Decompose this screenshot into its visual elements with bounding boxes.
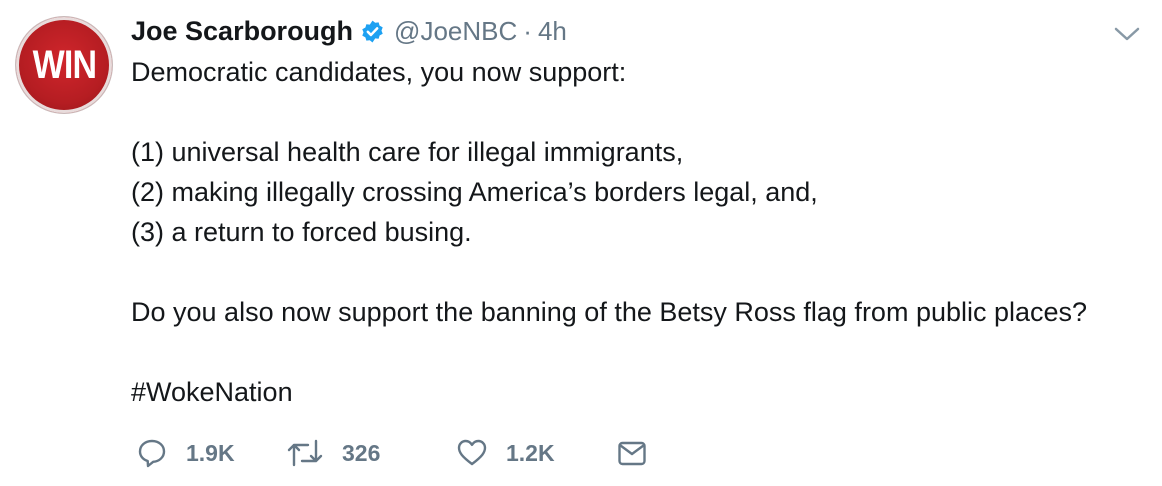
direct-message-button[interactable] xyxy=(616,437,648,469)
tweet-line: (1) universal health care for illegal im… xyxy=(131,137,684,167)
reply-button[interactable]: 1.9K xyxy=(136,437,235,469)
handle[interactable]: @JoeNBC xyxy=(394,16,517,47)
tweet-text: Democratic candidates, you now support: … xyxy=(131,52,1151,412)
separator: · xyxy=(523,15,532,46)
tweet-line: Democratic candidates, you now support: xyxy=(131,57,627,87)
reply-icon xyxy=(136,437,168,469)
retweet-count: 326 xyxy=(342,439,381,466)
display-name[interactable]: Joe Scarborough xyxy=(131,16,353,47)
tweet-header: Joe Scarborough @JoeNBC · 4h xyxy=(131,14,567,48)
direct-message-icon xyxy=(616,437,648,469)
timestamp[interactable]: 4h xyxy=(538,16,567,47)
tweet-line: (2) making illegally crossing America’s … xyxy=(131,177,818,207)
like-icon xyxy=(456,437,488,469)
retweet-icon xyxy=(286,437,324,469)
like-count: 1.2K xyxy=(506,439,555,466)
tweet-line: Do you also now support the banning of t… xyxy=(131,297,1088,327)
retweet-button[interactable]: 326 xyxy=(286,437,380,469)
chevron-down-icon[interactable] xyxy=(1113,25,1141,43)
avatar-text: WIN xyxy=(32,42,96,87)
reply-count: 1.9K xyxy=(186,439,235,466)
tweet-line: (3) a return to forced busing. xyxy=(131,217,472,247)
like-button[interactable]: 1.2K xyxy=(456,437,555,469)
avatar[interactable]: WIN xyxy=(16,17,112,113)
verified-badge-icon xyxy=(360,19,385,44)
hashtag-link[interactable]: #WokeNation xyxy=(131,372,1151,412)
